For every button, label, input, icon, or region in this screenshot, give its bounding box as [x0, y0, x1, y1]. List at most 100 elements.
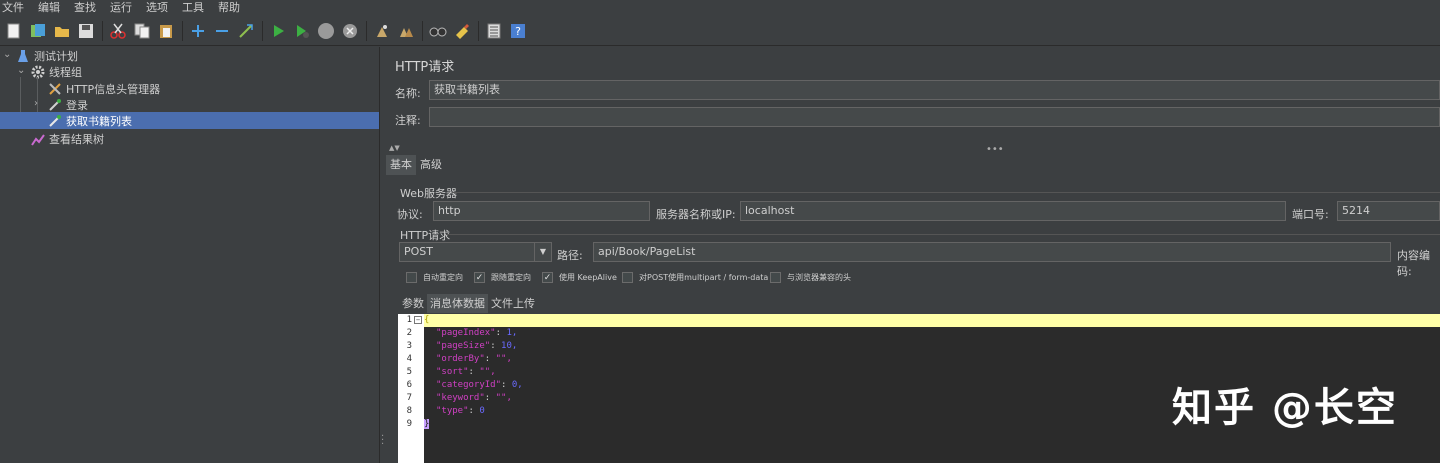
- tree-item-login[interactable]: 登录: [48, 96, 88, 113]
- wrench-icon: [48, 82, 62, 96]
- comment-field[interactable]: [429, 107, 1440, 127]
- tree-item-label: 线程组: [49, 65, 82, 79]
- protocol-field[interactable]: http: [433, 201, 650, 221]
- tab-parameters[interactable]: 参数: [399, 294, 427, 313]
- chevron-down-icon[interactable]: ▼: [534, 243, 551, 261]
- checkbox-box: [770, 272, 781, 283]
- keepalive-checkbox[interactable]: ✓ 使用 KeepAlive: [542, 272, 617, 283]
- code-line: "keyword": "",: [436, 393, 512, 403]
- tab-basic[interactable]: 基本: [386, 155, 416, 175]
- toolbar-separator: [366, 20, 367, 41]
- start-no-pause-icon[interactable]: [292, 21, 312, 41]
- checkmark-icon: ✓: [474, 272, 485, 283]
- request-body-tabs: 参数 消息体数据 文件上传: [399, 294, 538, 314]
- group-divider: [446, 234, 1440, 235]
- help-icon[interactable]: ?: [508, 21, 528, 41]
- clear-icon[interactable]: [372, 21, 392, 41]
- name-field[interactable]: 获取书籍列表: [429, 80, 1440, 100]
- tree-item-get-book-list[interactable]: 获取书籍列表: [0, 112, 379, 129]
- menu-edit[interactable]: 编辑: [36, 0, 66, 16]
- tree-item-label: 测试计划: [34, 49, 78, 63]
- collapse-arrow-icon[interactable]: ⌄: [3, 49, 11, 60]
- code-line: "categoryId": 0,: [436, 380, 523, 390]
- tree-item-label: HTTP信息头管理器: [66, 82, 161, 96]
- tab-body-data[interactable]: 消息体数据: [427, 294, 488, 313]
- collapse-arrows-icon[interactable]: ▲▼: [389, 144, 400, 152]
- panel-splitter[interactable]: · · ·: [379, 47, 386, 463]
- new-icon[interactable]: [4, 21, 24, 41]
- code-line: "orderBy": "",: [436, 354, 512, 364]
- port-label: 端口号:: [1292, 208, 1329, 221]
- reset-search-icon[interactable]: [452, 21, 472, 41]
- toolbar-separator: [478, 20, 479, 41]
- collapse-icon[interactable]: [212, 21, 232, 41]
- line-number: 8: [406, 406, 412, 416]
- watermark: 知乎 @长空: [1172, 385, 1398, 431]
- port-field[interactable]: 5214: [1337, 201, 1440, 221]
- cut-icon[interactable]: [108, 21, 128, 41]
- menu-options[interactable]: 选项: [144, 0, 174, 16]
- splitter-grip-icon: · · ·: [381, 431, 385, 450]
- tree-item-header-manager[interactable]: HTTP信息头管理器: [48, 80, 160, 97]
- config-tabs: 基本 高级: [386, 155, 446, 175]
- line-number: 3: [406, 341, 412, 351]
- group-divider: [452, 192, 1440, 193]
- fold-icon[interactable]: −: [414, 316, 422, 324]
- checkbox-label: 对POST使用multipart / form-data: [639, 273, 769, 282]
- server-field[interactable]: localhost: [740, 201, 1286, 221]
- method-select[interactable]: POST ▼: [399, 242, 552, 262]
- follow-redirect-checkbox[interactable]: ✓ 跟随重定向: [474, 272, 531, 283]
- tab-advanced[interactable]: 高级: [416, 155, 446, 175]
- shutdown-icon[interactable]: [340, 21, 360, 41]
- line-number-gutter: 1 2 3 4 5 6 7 8 9 −: [398, 314, 424, 463]
- tree-item-test-plan[interactable]: 测试计划: [16, 47, 78, 64]
- save-icon[interactable]: [76, 21, 96, 41]
- line-number: 4: [406, 354, 412, 364]
- auto-redirect-checkbox[interactable]: 自动重定向: [406, 272, 463, 283]
- stop-icon[interactable]: [316, 21, 336, 41]
- method-value: POST: [404, 245, 433, 258]
- browser-headers-checkbox[interactable]: 与浏览器兼容的头: [770, 272, 851, 283]
- menu-run[interactable]: 运行: [108, 0, 138, 16]
- toggle-icon[interactable]: [236, 21, 256, 41]
- line-number: 2: [406, 328, 412, 338]
- menu-search[interactable]: 查找: [72, 0, 102, 16]
- start-icon[interactable]: [268, 21, 288, 41]
- tree-item-results-tree[interactable]: 查看结果树: [31, 130, 104, 147]
- path-label: 路径:: [557, 249, 583, 262]
- toolbar-separator: [422, 20, 423, 41]
- collapse-arrow-icon[interactable]: ⌄: [17, 65, 25, 76]
- line-number: 5: [406, 367, 412, 377]
- expand-icon[interactable]: [188, 21, 208, 41]
- tab-file-upload[interactable]: 文件上传: [488, 294, 538, 313]
- clear-all-icon[interactable]: [396, 21, 416, 41]
- checkbox-box: [622, 272, 633, 283]
- pipette-icon: [48, 114, 62, 128]
- search-icon[interactable]: [428, 21, 448, 41]
- expand-arrow-icon[interactable]: ›: [34, 98, 38, 109]
- svg-text:?: ?: [515, 25, 521, 38]
- open-icon[interactable]: [52, 21, 72, 41]
- menu-tools[interactable]: 工具: [180, 0, 210, 16]
- toolbar-separator: [262, 20, 263, 41]
- divider-grip-icon[interactable]: •••: [986, 144, 1004, 155]
- checkbox-label: 跟随重定向: [491, 273, 531, 282]
- graph-icon: [31, 132, 45, 146]
- encoding-label: 内容编码:: [1397, 249, 1430, 278]
- toolbar-separator: [102, 20, 103, 41]
- menu-help[interactable]: 帮助: [216, 0, 246, 16]
- copy-icon[interactable]: [132, 21, 152, 41]
- templates-icon[interactable]: [28, 21, 48, 41]
- path-field[interactable]: api/Book/PageList: [593, 242, 1391, 262]
- checkbox-label: 与浏览器兼容的头: [787, 273, 851, 282]
- test-plan-icon: [16, 49, 30, 63]
- comment-label: 注释:: [395, 114, 421, 127]
- code-line: "sort": "",: [436, 367, 496, 377]
- tree-item-thread-group[interactable]: 线程组: [31, 63, 82, 80]
- function-helper-icon[interactable]: [484, 21, 504, 41]
- multipart-checkbox[interactable]: 对POST使用multipart / form-data: [622, 272, 768, 283]
- menu-file[interactable]: 文件: [0, 0, 30, 16]
- paste-icon[interactable]: [156, 21, 176, 41]
- toolbar-separator: [182, 20, 183, 41]
- line-number: 6: [406, 380, 412, 390]
